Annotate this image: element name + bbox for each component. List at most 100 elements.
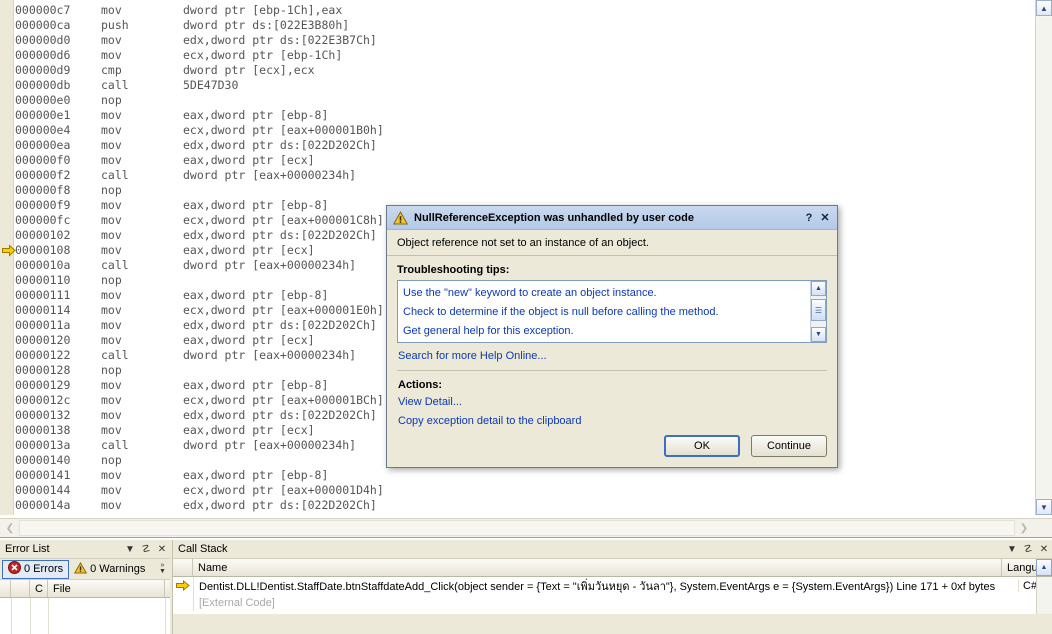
errors-filter-toggle[interactable]: 0 Errors [2,559,70,579]
disassembly-line[interactable]: 000000d6 mov ecx,dword ptr [ebp-1Ch] [15,48,384,63]
scroll-left-icon[interactable]: ❮ [2,520,18,536]
disassembly-vertical-scrollbar[interactable]: ▲ ▼ [1035,0,1052,515]
close-icon[interactable]: ✕ [154,541,170,557]
column-divider [30,598,31,634]
instruction-address: 0000013a [15,438,71,452]
error-list-rows[interactable] [0,598,170,634]
chevron-down-icon[interactable]: ▼ [1004,541,1020,557]
tips-scroll-up-icon[interactable]: ▲ [811,281,826,296]
disassembly-gutter[interactable] [0,0,14,515]
dialog-title-bar[interactable]: NullReferenceException was unhandled by … [387,206,837,230]
action-link[interactable]: Copy exception detail to the clipboard [398,415,827,427]
column-header[interactable]: C [30,580,48,597]
disassembly-line[interactable]: 00000128 nop [15,363,384,378]
continue-button[interactable]: Continue [751,435,827,457]
instruction-mnemonic: mov [101,213,122,227]
disassembly-line[interactable]: 0000012c mov ecx,dword ptr [eax+000001BCh] [15,393,384,408]
ok-button[interactable]: OK [664,435,740,457]
column-header-marker[interactable] [173,559,193,576]
instruction-operands: ecx,dword ptr [eax+000001C8h] [183,213,384,227]
disassembly-line[interactable]: 00000102 mov edx,dword ptr ds:[022D202Ch] [15,228,384,243]
instruction-operands: edx,dword ptr ds:[022D202Ch] [183,408,377,422]
vertical-scroll-track[interactable] [1036,17,1052,498]
help-icon[interactable]: ? [801,210,817,226]
troubleshooting-tips-heading: Troubleshooting tips: [397,264,510,276]
column-header-language[interactable]: Langu [1002,559,1036,576]
horizontal-scroll-track[interactable] [19,520,1015,536]
disassembly-line[interactable]: 00000122 call dword ptr [eax+00000234h] [15,348,384,363]
disassembly-line[interactable]: 00000132 mov edx,dword ptr ds:[022D202Ch] [15,408,384,423]
pin-icon[interactable]: ☡ [1020,541,1036,557]
disassembly-line[interactable]: 00000111 mov eax,dword ptr [ebp-8] [15,288,384,303]
disassembly-line[interactable]: 00000114 mov ecx,dword ptr [eax+000001E0h] [15,303,384,318]
scrollbar-corner [1034,519,1052,537]
instruction-address: 00000132 [15,408,71,422]
instruction-mnemonic: call [101,258,129,272]
call-stack-vertical-scrollbar[interactable] [1036,577,1052,614]
tips-scroll-down-icon[interactable]: ▼ [811,327,826,342]
error-list-title-bar[interactable]: Error List ▼ ☡ ✕ [0,540,170,559]
call-stack-row[interactable]: [External Code] [173,594,1052,611]
tips-scroll-thumb[interactable]: ☰ [811,299,826,321]
disassembly-line[interactable]: 00000138 mov eax,dword ptr [ecx] [15,423,384,438]
column-header[interactable]: File [48,580,165,597]
instruction-address: 000000c7 [15,3,71,17]
instruction-address: 000000e0 [15,93,71,107]
instruction-operands: edx,dword ptr ds:[022D202Ch] [183,318,377,332]
call-stack-rows[interactable]: Dentist.DLL!Dentist.StaffDate.btnStaffda… [173,577,1052,614]
troubleshooting-tip-link[interactable]: Get general help for this exception. [403,322,809,341]
disassembly-line[interactable]: 000000ea mov edx,dword ptr ds:[022D202Ch] [15,138,384,153]
instruction-operands: eax,dword ptr [ebp-8] [183,288,329,302]
disassembly-line[interactable]: 000000f9 mov eax,dword ptr [ebp-8] [15,198,384,213]
search-help-online-link[interactable]: Search for more Help Online... [398,350,827,362]
disassembly-line[interactable]: 000000d0 mov edx,dword ptr ds:[022E3B7Ch] [15,33,384,48]
disassembly-line[interactable]: 000000c7 mov dword ptr [ebp-1Ch],eax [15,3,384,18]
close-icon[interactable]: ✕ [1036,541,1052,557]
disassembly-line[interactable]: 000000e0 nop [15,93,384,108]
disassembly-line[interactable]: 00000110 nop [15,273,384,288]
column-header-name[interactable]: Name [193,559,1002,576]
disassembly-line[interactable]: 00000141 mov eax,dword ptr [ebp-8] [15,468,384,483]
scroll-down-icon[interactable]: ▼ [1036,499,1052,515]
tips-vertical-scrollbar[interactable]: ▲ ☰ ▼ [810,281,826,342]
disassembly-line[interactable]: 00000108 mov eax,dword ptr [ecx] [15,243,384,258]
disassembly-line[interactable]: 000000f8 nop [15,183,384,198]
call-stack-row[interactable]: Dentist.DLL!Dentist.StaffDate.btnStaffda… [173,577,1052,594]
instruction-address: 000000d6 [15,48,71,62]
action-link[interactable]: View Detail... [398,396,827,408]
disassembly-horizontal-scrollbar[interactable]: ❮ ❯ [0,518,1052,537]
troubleshooting-tip-link[interactable]: Check to determine if the object is null… [403,303,809,322]
call-stack-title-bar[interactable]: Call Stack ▼ ☡ ✕ [173,540,1052,559]
disassembly-line[interactable]: 000000f2 call dword ptr [eax+00000234h] [15,168,384,183]
toolbar-overflow-icon[interactable]: » ▼ [156,560,169,578]
error-list-panel: Error List ▼ ☡ ✕ 0 Errors 0 Warnings » ▼… [0,540,170,634]
error-list-toolbar: 0 Errors 0 Warnings » ▼ [0,559,170,580]
column-header[interactable] [11,580,30,597]
disassembly-line[interactable]: 0000010a call dword ptr [eax+00000234h] [15,258,384,273]
disassembly-line[interactable]: 000000e4 mov ecx,dword ptr [eax+000001B0h] [15,123,384,138]
pin-icon[interactable]: ☡ [138,541,154,557]
disassembly-line[interactable]: 00000120 mov eax,dword ptr [ecx] [15,333,384,348]
warnings-filter-toggle[interactable]: 0 Warnings [69,560,150,579]
scroll-right-icon[interactable]: ❯ [1016,520,1032,536]
chevron-down-icon[interactable]: ▼ [122,541,138,557]
troubleshooting-tip-link[interactable]: Use the "new" keyword to create an objec… [403,284,809,303]
scroll-up-icon[interactable]: ▲ [1036,0,1052,16]
disassembly-line[interactable]: 00000144 mov ecx,dword ptr [eax+000001D4h] [15,483,384,498]
disassembly-line[interactable]: 000000d9 cmp dword ptr [ecx],ecx [15,63,384,78]
disassembly-line[interactable]: 000000db call 5DE47D30 [15,78,384,93]
close-icon[interactable]: ✕ [817,210,833,226]
disassembly-line[interactable]: 000000e1 mov eax,dword ptr [ebp-8] [15,108,384,123]
disassembly-line[interactable]: 000000fc mov ecx,dword ptr [eax+000001C8h] [15,213,384,228]
column-header[interactable] [0,580,11,597]
disassembly-line[interactable]: 0000013a call dword ptr [eax+00000234h] [15,438,384,453]
disassembly-line[interactable]: 00000140 nop [15,453,384,468]
call-stack-scroll-up-icon[interactable]: ▲ [1036,559,1052,576]
disassembly-line[interactable]: 000000ca push dword ptr ds:[022E3B80h] [15,18,384,33]
disassembly-line[interactable]: 0000011a mov edx,dword ptr ds:[022D202Ch] [15,318,384,333]
warning-triangle-icon [392,210,409,225]
disassembly-line[interactable]: 000000f0 mov eax,dword ptr [ecx] [15,153,384,168]
instruction-address: 000000d0 [15,33,71,47]
disassembly-line[interactable]: 00000129 mov eax,dword ptr [ebp-8] [15,378,384,393]
disassembly-line[interactable]: 0000014a mov edx,dword ptr ds:[022D202Ch] [15,498,384,513]
